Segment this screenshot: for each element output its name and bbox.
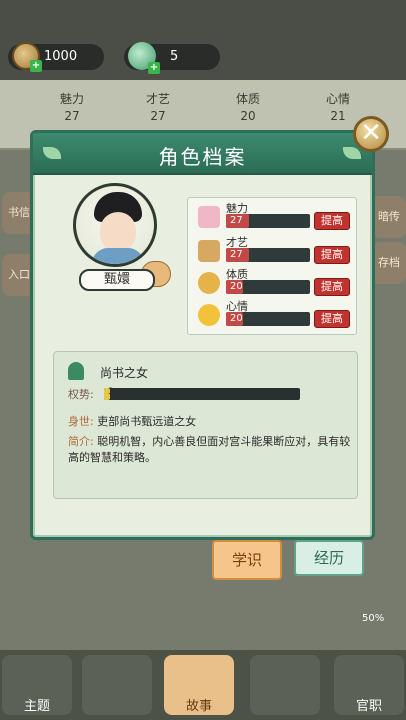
physique-bar: 20 [226, 280, 310, 294]
add-gem-icon[interactable]: + [148, 62, 160, 74]
robe-shape [92, 248, 144, 264]
bg-stat-talent: 才艺 27 [145, 92, 170, 123]
attribute-panel: 魅力 27 提高 才艺 27 提高 体质 20 提高 心情 20 提高 [187, 197, 357, 335]
power-bar: 3 [104, 387, 300, 400]
bg-stat-charm: 魅力 27 [59, 92, 84, 123]
raise-charm-button[interactable]: 提高 [314, 212, 350, 230]
bg-stat-physique: 体质 20 [235, 92, 260, 123]
bg-stat-mood: 心情 21 [325, 92, 350, 123]
nav-item-2[interactable] [82, 655, 152, 715]
nav-rank[interactable]: 官职 [334, 655, 404, 715]
mood-bar: 20 [226, 312, 310, 326]
coin-counter[interactable]: + 1000 [8, 42, 104, 72]
coin-amount: 1000 [44, 49, 78, 64]
character-name: 甄嬛 [79, 269, 155, 291]
intro-line: 简介: 聪明机智，内心善良但面对宫斗能果断应对，具有较高的智慧和策略。 [68, 435, 351, 464]
raise-mood-button[interactable]: 提高 [314, 310, 350, 328]
character-info-card: 尚书之女 权势: 3 身世: 吏部尚书甄远道之女 简介: 聪明机智，内心善良但面… [53, 351, 358, 499]
progress-percent: 50% [362, 613, 385, 624]
character-portrait [73, 183, 157, 267]
coin-icon: + [12, 42, 42, 72]
dialog-header: 角色档案 [33, 133, 372, 175]
dialog-title: 角色档案 [158, 145, 247, 169]
side-button-secret[interactable]: 暗传 [372, 196, 406, 238]
gem-icon: + [128, 42, 160, 74]
gem-counter[interactable]: + 5 [124, 42, 220, 74]
charm-bar: 27 [226, 214, 310, 228]
attribute-mood: 心情 20 提高 [188, 298, 358, 332]
nav-theme[interactable]: 主题 [2, 655, 72, 715]
raise-physique-button[interactable]: 提高 [314, 278, 350, 296]
nav-story[interactable]: 故事 [164, 655, 234, 715]
nav-item-4[interactable] [250, 655, 320, 715]
close-button[interactable]: ✕ [353, 116, 389, 152]
fist-icon [198, 272, 220, 294]
face-shape [100, 212, 136, 252]
attribute-charm: 魅力 27 提高 [188, 200, 358, 234]
person-icon [68, 362, 84, 380]
character-profile-dialog: 角色档案 甄嬛 魅力 27 提高 才艺 27 提高 体质 20 提高 心情 20… [30, 130, 375, 540]
character-origin: 尚书之女 [100, 366, 149, 380]
scroll-icon [198, 240, 220, 262]
talent-bar: 27 [226, 248, 310, 262]
attribute-talent: 才艺 27 提高 [188, 234, 358, 268]
power-label: 权势: [68, 388, 94, 401]
attribute-physique: 体质 20 提高 [188, 266, 358, 300]
flower-icon [198, 206, 220, 228]
raise-talent-button[interactable]: 提高 [314, 246, 350, 264]
tab-experience[interactable]: 经历 [294, 540, 364, 576]
smiley-icon [198, 304, 220, 326]
tab-study[interactable]: 学识 [212, 540, 282, 580]
gem-amount: 5 [170, 49, 179, 64]
side-button-save[interactable]: 存档 [372, 242, 406, 284]
add-coin-icon[interactable]: + [30, 60, 42, 72]
background-line: 身世: 吏部尚书甄远道之女 [68, 415, 197, 428]
